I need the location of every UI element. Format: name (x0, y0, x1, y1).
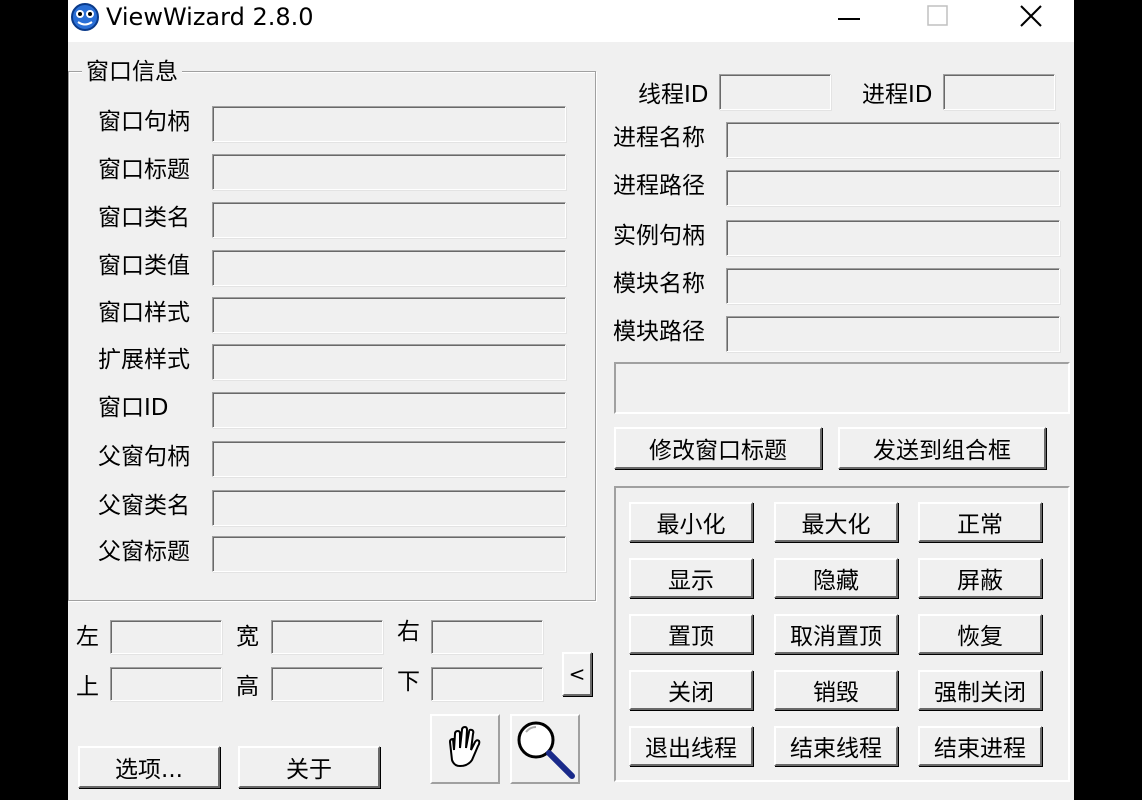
close-window-button[interactable] (1006, 0, 1056, 32)
minimize-window-button[interactable] (824, 0, 874, 32)
instance-handle-label: 实例句柄 (613, 223, 705, 249)
options-button[interactable]: 选项... (78, 746, 220, 788)
bottom-label: 下 (397, 669, 420, 695)
process-id-field[interactable] (943, 74, 1055, 110)
thread-id-field[interactable] (719, 74, 831, 110)
module-path-field[interactable] (726, 316, 1060, 352)
control-button-0-0[interactable]: 最小化 (629, 502, 753, 542)
collapse-button[interactable]: < (562, 652, 592, 696)
control-button-2-1[interactable]: 取消置顶 (774, 614, 898, 654)
module-name-label: 模块名称 (613, 271, 705, 297)
control-button-3-1[interactable]: 销毁 (774, 670, 898, 710)
window-title-field[interactable] (212, 154, 566, 190)
window-class-value-label: 窗口类值 (98, 253, 190, 279)
control-button-3-0[interactable]: 关闭 (629, 670, 753, 710)
module-path-label: 模块路径 (613, 319, 705, 345)
maximize-icon (927, 5, 948, 26)
about-button[interactable]: 关于 (238, 746, 380, 788)
height-field[interactable] (271, 667, 383, 701)
window-handle-field[interactable] (212, 106, 566, 142)
close-icon (1020, 5, 1042, 27)
process-name-field[interactable] (726, 122, 1060, 158)
right-field[interactable] (431, 620, 543, 654)
hand-finder-button[interactable] (430, 714, 500, 784)
top-field[interactable] (110, 667, 222, 701)
width-field[interactable] (271, 620, 383, 654)
modify-title-button[interactable]: 修改窗口标题 (614, 427, 822, 469)
control-button-3-2[interactable]: 强制关闭 (918, 670, 1042, 710)
process-path-label: 进程路径 (613, 173, 705, 199)
title-bar: ViewWizard 2.8.0 (68, 0, 1074, 42)
control-button-0-2[interactable]: 正常 (918, 502, 1042, 542)
parent-handle-label: 父窗句柄 (98, 444, 190, 470)
hand-icon (448, 725, 481, 768)
bottom-field[interactable] (431, 667, 543, 701)
output-box[interactable] (614, 362, 1070, 414)
parent-title-label: 父窗标题 (98, 539, 190, 565)
window-class-name-field[interactable] (212, 202, 566, 238)
thread-id-label: 线程ID (638, 82, 709, 108)
left-label: 左 (76, 624, 99, 650)
parent-handle-field[interactable] (212, 441, 566, 477)
control-button-1-0[interactable]: 显示 (629, 558, 753, 598)
window-style-field[interactable] (212, 297, 566, 333)
maximize-window-button[interactable] (913, 0, 963, 32)
parent-class-name-label: 父窗类名 (98, 493, 190, 519)
window-id-field[interactable] (212, 392, 566, 428)
window-handle-label: 窗口句柄 (98, 109, 190, 135)
process-id-label: 进程ID (862, 82, 933, 108)
window-style-label: 窗口样式 (98, 300, 190, 326)
control-button-4-1[interactable]: 结束线程 (774, 726, 898, 766)
control-button-4-2[interactable]: 结束进程 (918, 726, 1042, 766)
extended-style-field[interactable] (212, 344, 566, 380)
window-class-value-field[interactable] (212, 250, 566, 286)
window-info-group-title: 窗口信息 (82, 58, 182, 86)
window-class-name-label: 窗口类名 (98, 205, 190, 231)
module-name-field[interactable] (726, 268, 1060, 304)
window-title: ViewWizard 2.8.0 (106, 3, 314, 31)
app-window: ViewWizard 2.8.0 窗口信息 窗口句柄窗口标题窗口类名窗口类值窗口… (68, 0, 1074, 800)
process-name-label: 进程名称 (613, 125, 705, 151)
control-button-2-2[interactable]: 恢复 (918, 614, 1042, 654)
process-path-field[interactable] (726, 170, 1060, 206)
control-button-1-1[interactable]: 隐藏 (774, 558, 898, 598)
extended-style-label: 扩展样式 (98, 347, 190, 373)
window-title-label: 窗口标题 (98, 157, 190, 183)
control-button-4-0[interactable]: 退出线程 (629, 726, 753, 766)
send-to-combo-button[interactable]: 发送到组合框 (838, 427, 1046, 469)
magnifier-finder-button[interactable] (510, 714, 580, 784)
parent-title-field[interactable] (212, 536, 566, 572)
window-id-label: 窗口ID (98, 395, 169, 421)
right-label: 右 (397, 619, 420, 645)
height-label: 高 (236, 674, 259, 700)
parent-class-name-field[interactable] (212, 490, 566, 526)
width-label: 宽 (236, 624, 259, 650)
app-icon (71, 3, 99, 31)
instance-handle-field[interactable] (726, 220, 1060, 256)
control-button-2-0[interactable]: 置顶 (629, 614, 753, 654)
minimize-icon (838, 18, 860, 20)
control-button-0-1[interactable]: 最大化 (774, 502, 898, 542)
control-button-1-2[interactable]: 屏蔽 (918, 558, 1042, 598)
top-label: 上 (76, 674, 99, 700)
magnifier-icon (517, 721, 575, 779)
left-field[interactable] (110, 620, 222, 654)
